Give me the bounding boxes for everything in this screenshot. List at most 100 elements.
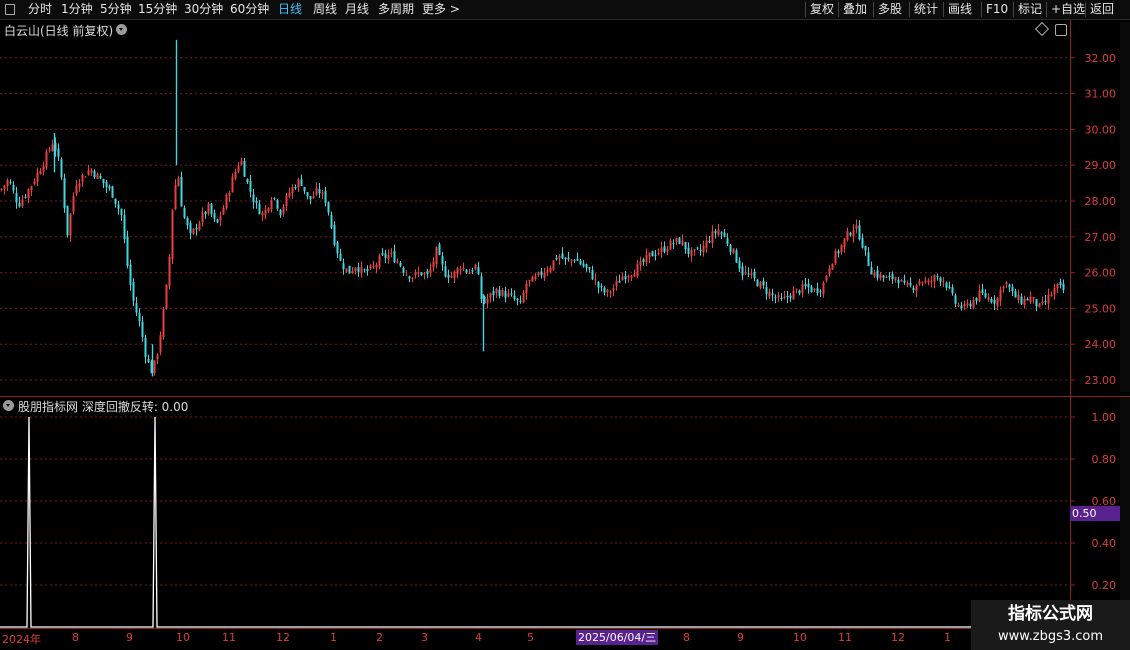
period-tab[interactable]: 1分钟 (61, 0, 93, 19)
candle-body (672, 243, 675, 245)
candle-body (297, 179, 300, 188)
period-tab[interactable]: 60分钟 (230, 0, 269, 19)
period-tab[interactable]: 15分钟 (138, 0, 177, 19)
candle-body (516, 298, 519, 301)
candle-body (711, 231, 714, 244)
candle-body (1023, 298, 1026, 306)
toolbar-button[interactable]: 统计 (914, 0, 938, 19)
candle-body (942, 280, 945, 282)
x-tick-label: 5 (527, 631, 534, 644)
candle-body (813, 288, 816, 291)
candle-body (87, 170, 90, 175)
candle-body (336, 242, 339, 254)
cursor-date-badge: 2025/06/04/三 (576, 630, 659, 645)
candle-body (903, 280, 906, 283)
x-tick-label: 1 (330, 631, 337, 644)
toolbar-button[interactable]: 叠加 (843, 0, 867, 19)
candle-body (75, 185, 78, 195)
period-tab[interactable]: 分时 (28, 0, 52, 19)
y-tick-label: 26.00 (1085, 267, 1117, 280)
candle-body (147, 359, 150, 362)
candle-body (303, 186, 306, 192)
candle-body (63, 178, 66, 209)
period-tab[interactable]: 30分钟 (184, 0, 223, 19)
candle-body (162, 309, 165, 337)
candle-body (945, 282, 948, 288)
candle-body (543, 272, 546, 278)
candle-body (486, 298, 489, 304)
candle-body (588, 267, 591, 269)
toolbar-separator (943, 2, 944, 17)
candle-body (591, 270, 594, 280)
toolbar-button[interactable]: 复权 (810, 0, 834, 19)
period-tab[interactable]: 月线 (345, 0, 369, 19)
toolbar-button[interactable]: 返回 (1090, 0, 1114, 19)
candle-body (594, 279, 597, 281)
candle-body (1029, 296, 1032, 302)
candle-body (780, 297, 783, 299)
candle-body (876, 270, 879, 278)
candle-body (3, 185, 6, 189)
candle-body (279, 209, 282, 216)
candle-body (15, 192, 18, 203)
candle-body (453, 271, 456, 278)
period-tab[interactable]: 5分钟 (100, 0, 132, 19)
candle-body (1032, 297, 1035, 299)
period-tab[interactable]: 多周期 (378, 0, 414, 19)
period-tab[interactable]: 日线 (278, 0, 302, 19)
candle-body (9, 182, 12, 184)
candle-body (312, 196, 315, 199)
candle-body (939, 277, 942, 282)
candle-body (126, 236, 129, 266)
candle-body (1035, 299, 1038, 307)
toolbar-button[interactable]: 画线 (948, 0, 972, 19)
candle-body (714, 231, 717, 234)
candle-body (642, 259, 645, 262)
candle-body (330, 214, 333, 228)
y-tick-label: 0.20 (1092, 579, 1117, 592)
candle-body (912, 287, 915, 290)
candle-body (33, 181, 36, 185)
candle-body (1005, 282, 1008, 285)
candle-body (555, 257, 558, 260)
candle-body (579, 260, 582, 265)
y-tick-label: 29.00 (1085, 159, 1117, 172)
candle-body (273, 197, 276, 199)
period-tab[interactable]: 更多 > (422, 0, 460, 19)
candle-body (993, 299, 996, 304)
candle-body (840, 244, 843, 253)
candle-body (237, 165, 240, 172)
toolbar-button[interactable]: 标记 (1018, 0, 1042, 19)
candle-body (0, 189, 3, 191)
candle-body (867, 252, 870, 266)
indicator-value-badge: 0.50 (1070, 506, 1120, 521)
candle-body (468, 272, 471, 274)
candle-body (414, 271, 417, 276)
candle-body (807, 283, 810, 288)
candle-body (18, 202, 21, 207)
window-toggle-icon[interactable] (5, 4, 15, 15)
toolbar-button[interactable]: +自选 (1051, 0, 1085, 19)
period-tab[interactable]: 周线 (313, 0, 337, 19)
candle-body (936, 275, 939, 277)
candle-body (663, 246, 666, 252)
candle-body (420, 272, 423, 276)
candle-body (600, 285, 603, 287)
right-info-strip (1120, 22, 1130, 392)
candle-body (963, 303, 966, 307)
toolbar-button[interactable]: 多股 (878, 0, 902, 19)
candle-body (390, 252, 393, 254)
candle-body (987, 297, 990, 300)
toolbar-button[interactable]: F10 (986, 0, 1008, 19)
candle-body (183, 207, 186, 218)
candle-body (624, 276, 627, 280)
candle-body (828, 268, 831, 275)
candle-body (1053, 287, 1056, 295)
candle-body (1056, 284, 1059, 289)
candle-body (456, 267, 459, 275)
x-tick-label: 4 (475, 631, 482, 644)
candle-body (120, 209, 123, 216)
candle-body (561, 253, 564, 259)
candle-body (909, 282, 912, 286)
candle-body (708, 241, 711, 243)
